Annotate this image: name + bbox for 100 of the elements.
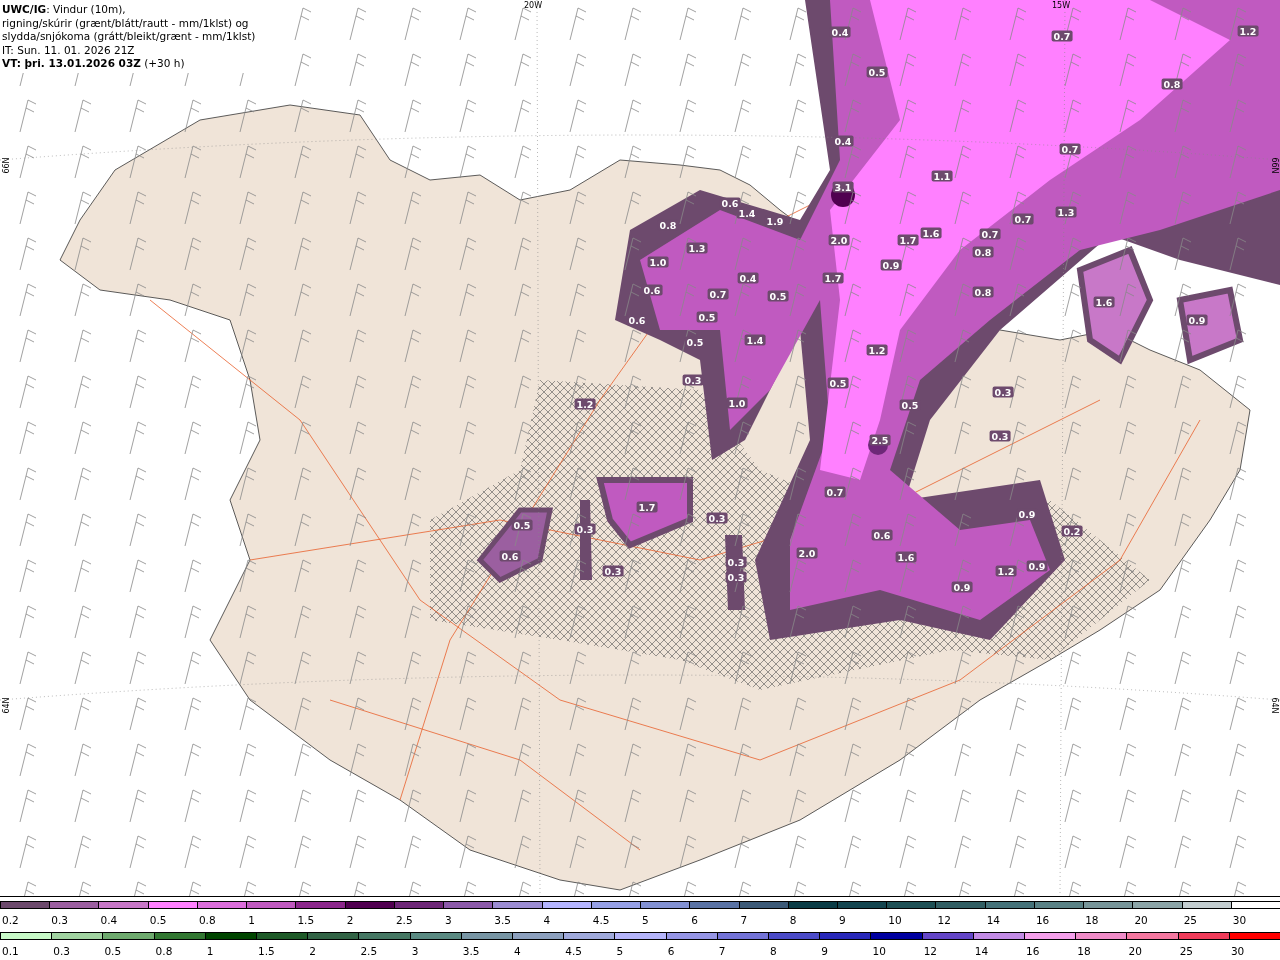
precipitation-value: 1.2 (866, 344, 888, 356)
legend-label: 0.8 (154, 945, 173, 957)
precipitation-value: 0.7 (707, 288, 729, 300)
header-text: UWC/IG: Vindur (10m), (2, 3, 127, 17)
legend-label: 6 (690, 914, 698, 926)
precipitation-value: 0.3 (706, 512, 728, 524)
precipitation-value: 0.8 (657, 219, 679, 231)
legend-label: 9 (838, 914, 846, 926)
legend-label: 0.5 (148, 914, 167, 926)
precipitation-value: 0.5 (767, 290, 789, 302)
legend-label: 14 (985, 914, 1001, 926)
precipitation-value: 1.2 (574, 398, 596, 410)
header-text: VT: þri. 13.01.2026 03Z (+30 h) (2, 57, 186, 71)
precipitation-value: 0.5 (696, 311, 718, 323)
legend-label: 1 (205, 945, 214, 957)
precipitation-value: 3.1 (832, 181, 854, 193)
precipitation-value: 0.5 (511, 519, 533, 531)
legend-label: 20 (1127, 945, 1142, 957)
precipitation-value: 1.4 (744, 334, 766, 346)
precipitation-value: 0.9 (1016, 508, 1038, 520)
precipitation-value: 1.7 (897, 234, 919, 246)
legend-label: 5 (615, 945, 624, 957)
precipitation-value: 1.2 (1237, 25, 1259, 37)
precipitation-value: 0.8 (1161, 78, 1183, 90)
legend-label: 30 (1229, 945, 1245, 957)
precipitation-value: 1.7 (636, 501, 658, 513)
precipitation-value: 0.6 (641, 284, 663, 296)
precipitation-value: 0.7 (824, 486, 846, 498)
precipitation-value: 1.3 (686, 242, 708, 254)
legend-label: 3.5 (493, 914, 512, 926)
legend-label: 2 (345, 914, 354, 926)
legend-label: 9 (820, 945, 828, 957)
legend-label: 0.3 (52, 945, 70, 957)
legend-label: 0.2 (1, 914, 19, 926)
precipitation-value: 0.7 (1059, 143, 1081, 155)
precipitation-value: 0.6 (871, 529, 893, 541)
precipitation-value: 0.9 (1026, 560, 1048, 572)
legend-label: 12 (936, 914, 951, 926)
legend-label: 25 (1182, 914, 1197, 926)
precipitation-value: 2.5 (869, 434, 891, 446)
legend-label: 14 (973, 945, 989, 957)
legend-label: 4.5 (591, 914, 610, 926)
legend-label: 0.3 (50, 914, 68, 926)
legend-label: 3.5 (461, 945, 480, 957)
precipitation-value: 1.6 (1093, 296, 1115, 308)
precipitation-value: 0.5 (684, 336, 706, 348)
legend-label: 1 (247, 914, 255, 926)
header-text: rigning/skúrir (grænt/blátt/rautt - mm/1klst) og (2, 16, 250, 30)
precipitation-value: 0.3 (992, 386, 1014, 398)
precipitation-value: 0.3 (725, 571, 747, 583)
precipitation-value: 0.7 (1051, 30, 1073, 42)
precipitation-value: 0.3 (682, 374, 704, 386)
precipitation-value: 1.3 (1055, 206, 1077, 218)
legend-label: 1.5 (296, 914, 315, 926)
precipitation-value: 0.5 (827, 377, 849, 389)
legend-label: 3 (410, 945, 419, 957)
header-text: IT: Sun. 11. 01. 2026 21Z (2, 43, 136, 57)
precipitation-value: 2.0 (796, 547, 818, 559)
legend-label: 16 (1025, 945, 1040, 957)
precipitation-value: 1.6 (920, 227, 942, 239)
legend-label: 0.1 (1, 945, 19, 957)
precipitation-value: 0.4 (832, 135, 854, 147)
precipitation-value: 1.9 (764, 215, 786, 227)
grid-label: 64N (1269, 697, 1279, 714)
precipitation-value: 2.0 (828, 234, 850, 246)
precipitation-value: 0.8 (972, 246, 994, 258)
precipitation-value: 0.8 (972, 286, 994, 298)
precipitation-value: 0.3 (725, 556, 747, 568)
precipitation-value: 0.6 (499, 550, 521, 562)
header-text: slydda/snjókoma (grátt/bleikt/grænt - mm/1klst) (2, 30, 256, 44)
precipitation-value: 0.3 (574, 523, 596, 535)
legend-label: 6 (666, 945, 675, 957)
legend-label: 7 (739, 914, 748, 926)
precipitation-value: 0.9 (1186, 314, 1208, 326)
legend-label: 4.5 (564, 945, 582, 957)
legend-label: 2.5 (394, 914, 413, 926)
precipitation-value: 0.5 (866, 66, 888, 78)
legend-label: 8 (769, 945, 777, 957)
legend-label: 2.5 (359, 945, 378, 957)
precipitation-value: 0.7 (979, 228, 1001, 240)
legend-label: 4 (542, 914, 551, 926)
grid-label: 20W (524, 1, 543, 10)
precipitation-value: 0.7 (1012, 213, 1034, 225)
legend-label: 7 (717, 945, 726, 957)
grid-label: 15W (1052, 1, 1071, 10)
legend-label: 0.8 (197, 914, 216, 926)
legend-label: 12 (922, 945, 938, 957)
grid-label: 66N (1, 157, 11, 174)
precipitation-value: 1.7 (822, 272, 844, 284)
legend-label: 10 (871, 945, 886, 957)
precipitation-value: 1.0 (647, 256, 669, 268)
precipitation-value: 0.9 (880, 259, 902, 271)
precipitation-value: 1.0 (726, 397, 748, 409)
legend-label: 2 (308, 945, 316, 957)
legend-label: 4 (513, 945, 521, 957)
precipitation-value: 0.9 (951, 581, 973, 593)
legend-label: 30 (1231, 914, 1247, 926)
legend-label: 1.5 (257, 945, 275, 957)
precipitation-value: 1.1 (931, 170, 953, 182)
precipitation-value: 0.3 (989, 430, 1011, 442)
